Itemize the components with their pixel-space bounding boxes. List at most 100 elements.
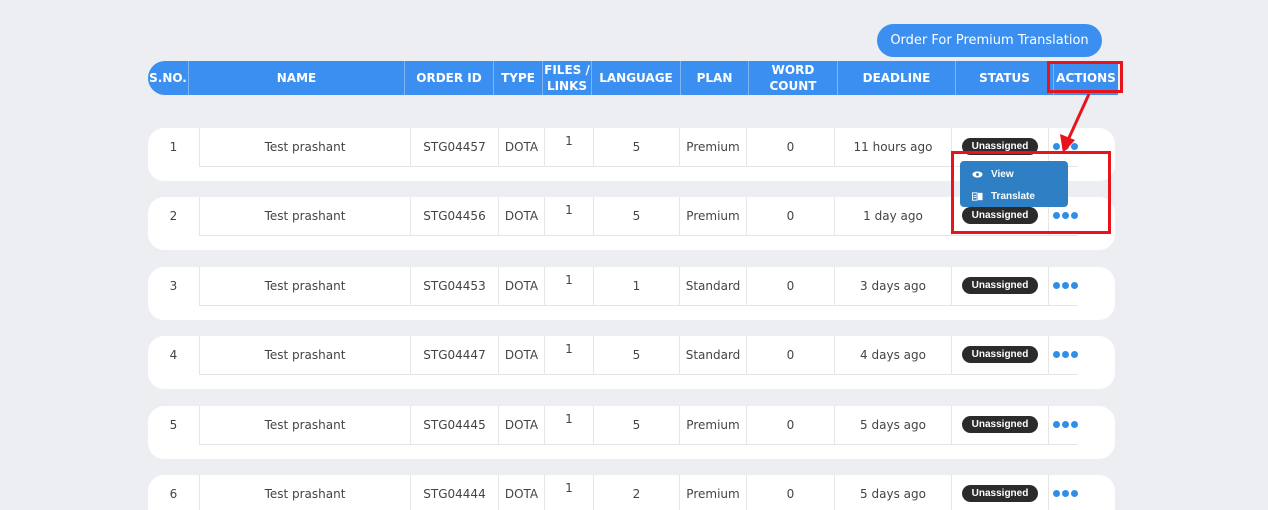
column-header-name: NAME bbox=[189, 61, 405, 95]
cell-files: 1 bbox=[545, 128, 594, 167]
cell-language: 5 bbox=[594, 406, 680, 445]
translate-icon bbox=[972, 191, 983, 201]
status-badge: Unassigned bbox=[962, 416, 1038, 433]
more-actions-icon[interactable] bbox=[1053, 490, 1078, 497]
cell-status: Unassigned bbox=[952, 336, 1049, 375]
cell-order-id: STG04444 bbox=[411, 475, 499, 510]
more-actions-icon[interactable] bbox=[1053, 143, 1078, 150]
cell-name: Test prashant bbox=[200, 406, 411, 445]
cell-sno: 1 bbox=[148, 128, 200, 167]
status-badge: Unassigned bbox=[962, 138, 1038, 155]
cell-type: DOTA bbox=[499, 475, 545, 510]
actions-dropdown-menu: View Translate bbox=[960, 161, 1068, 207]
table-row: 5 Test prashant STG04445 DOTA 1 5 Premium 0 5 da… bbox=[148, 406, 1115, 459]
cell-files: 1 bbox=[545, 197, 594, 236]
menu-item-translate-label: Translate bbox=[991, 190, 1035, 202]
menu-item-view[interactable]: View bbox=[972, 167, 1014, 181]
column-header-type: TYPE bbox=[494, 61, 543, 95]
row-divider bbox=[200, 235, 1078, 236]
cell-deadline: 5 days ago bbox=[835, 406, 952, 445]
cell-word-count: 0 bbox=[747, 336, 835, 375]
cell-deadline: 3 days ago bbox=[835, 267, 952, 306]
cell-language: 5 bbox=[594, 128, 680, 167]
column-header-status: STATUS bbox=[956, 61, 1054, 95]
column-header-deadline: DEADLINE bbox=[838, 61, 956, 95]
row-divider bbox=[200, 166, 1078, 167]
cell-plan: Premium bbox=[680, 197, 747, 236]
cell-word-count: 0 bbox=[747, 406, 835, 445]
cell-files: 1 bbox=[545, 336, 594, 375]
cell-name: Test prashant bbox=[200, 336, 411, 375]
cell-type: DOTA bbox=[499, 197, 545, 236]
cell-deadline: 11 hours ago bbox=[835, 128, 952, 167]
column-header-language: LANGUAGE bbox=[592, 61, 681, 95]
table-header: S.NO. NAME ORDER ID TYPE FILES / LINKS LANGUA… bbox=[148, 61, 1118, 95]
status-badge: Unassigned bbox=[962, 485, 1038, 502]
cell-type: DOTA bbox=[499, 128, 545, 167]
cell-name: Test prashant bbox=[200, 475, 411, 510]
cell-word-count: 0 bbox=[747, 128, 835, 167]
status-badge: Unassigned bbox=[962, 346, 1038, 363]
cell-name: Test prashant bbox=[200, 197, 411, 236]
cell-order-id: STG04447 bbox=[411, 336, 499, 375]
menu-item-translate[interactable]: Translate bbox=[972, 189, 1035, 203]
cell-language: 1 bbox=[594, 267, 680, 306]
cell-actions bbox=[1049, 406, 1115, 445]
cell-status: Unassigned bbox=[952, 406, 1049, 445]
table-row: 4 Test prashant STG04447 DOTA 1 5 Standard 0 4 d… bbox=[148, 336, 1115, 389]
cell-plan: Standard bbox=[680, 336, 747, 375]
cell-type: DOTA bbox=[499, 406, 545, 445]
column-header-sno: S.NO. bbox=[148, 61, 189, 95]
cell-word-count: 0 bbox=[747, 267, 835, 306]
column-header-actions: ACTIONS bbox=[1056, 71, 1116, 85]
more-actions-icon[interactable] bbox=[1053, 212, 1078, 219]
cell-order-id: STG04457 bbox=[411, 128, 499, 167]
row-divider bbox=[200, 444, 1078, 445]
column-header-files: FILES / LINKS bbox=[543, 61, 592, 95]
cell-word-count: 0 bbox=[747, 197, 835, 236]
cell-order-id: STG04445 bbox=[411, 406, 499, 445]
column-header-order-id: ORDER ID bbox=[405, 61, 494, 95]
cell-sno: 5 bbox=[148, 406, 200, 445]
cell-sno: 3 bbox=[148, 267, 200, 306]
cell-status: Unassigned bbox=[952, 475, 1049, 510]
cell-files: 1 bbox=[545, 267, 594, 306]
more-actions-icon[interactable] bbox=[1053, 421, 1078, 428]
cell-actions bbox=[1049, 267, 1115, 306]
order-premium-translation-button[interactable]: Order For Premium Translation bbox=[877, 24, 1102, 57]
row-divider bbox=[200, 305, 1078, 306]
more-actions-icon[interactable] bbox=[1053, 351, 1078, 358]
cell-actions bbox=[1049, 475, 1115, 510]
cell-status: Unassigned bbox=[952, 267, 1049, 306]
cell-deadline: 1 day ago bbox=[835, 197, 952, 236]
cell-plan: Premium bbox=[680, 128, 747, 167]
status-badge: Unassigned bbox=[962, 207, 1038, 224]
column-header-word-count: WORD COUNT bbox=[749, 61, 838, 95]
cell-sno: 6 bbox=[148, 475, 200, 510]
cell-name: Test prashant bbox=[200, 128, 411, 167]
column-header-plan: PLAN bbox=[681, 61, 749, 95]
more-actions-icon[interactable] bbox=[1053, 282, 1078, 289]
cell-deadline: 4 days ago bbox=[835, 336, 952, 375]
cell-files: 1 bbox=[545, 475, 594, 510]
menu-item-view-label: View bbox=[991, 168, 1014, 180]
cell-plan: Premium bbox=[680, 475, 747, 510]
cell-language: 5 bbox=[594, 197, 680, 236]
cell-sno: 4 bbox=[148, 336, 200, 375]
cell-order-id: STG04456 bbox=[411, 197, 499, 236]
cell-language: 2 bbox=[594, 475, 680, 510]
cell-name: Test prashant bbox=[200, 267, 411, 306]
status-badge: Unassigned bbox=[962, 277, 1038, 294]
cell-plan: Premium bbox=[680, 406, 747, 445]
cell-word-count: 0 bbox=[747, 475, 835, 510]
cell-plan: Standard bbox=[680, 267, 747, 306]
cell-type: DOTA bbox=[499, 336, 545, 375]
row-divider bbox=[200, 374, 1078, 375]
cell-sno: 2 bbox=[148, 197, 200, 236]
cell-type: DOTA bbox=[499, 267, 545, 306]
cell-files: 1 bbox=[545, 406, 594, 445]
cell-actions bbox=[1049, 336, 1115, 375]
eye-icon bbox=[972, 170, 983, 178]
cell-deadline: 5 days ago bbox=[835, 475, 952, 510]
cell-language: 5 bbox=[594, 336, 680, 375]
